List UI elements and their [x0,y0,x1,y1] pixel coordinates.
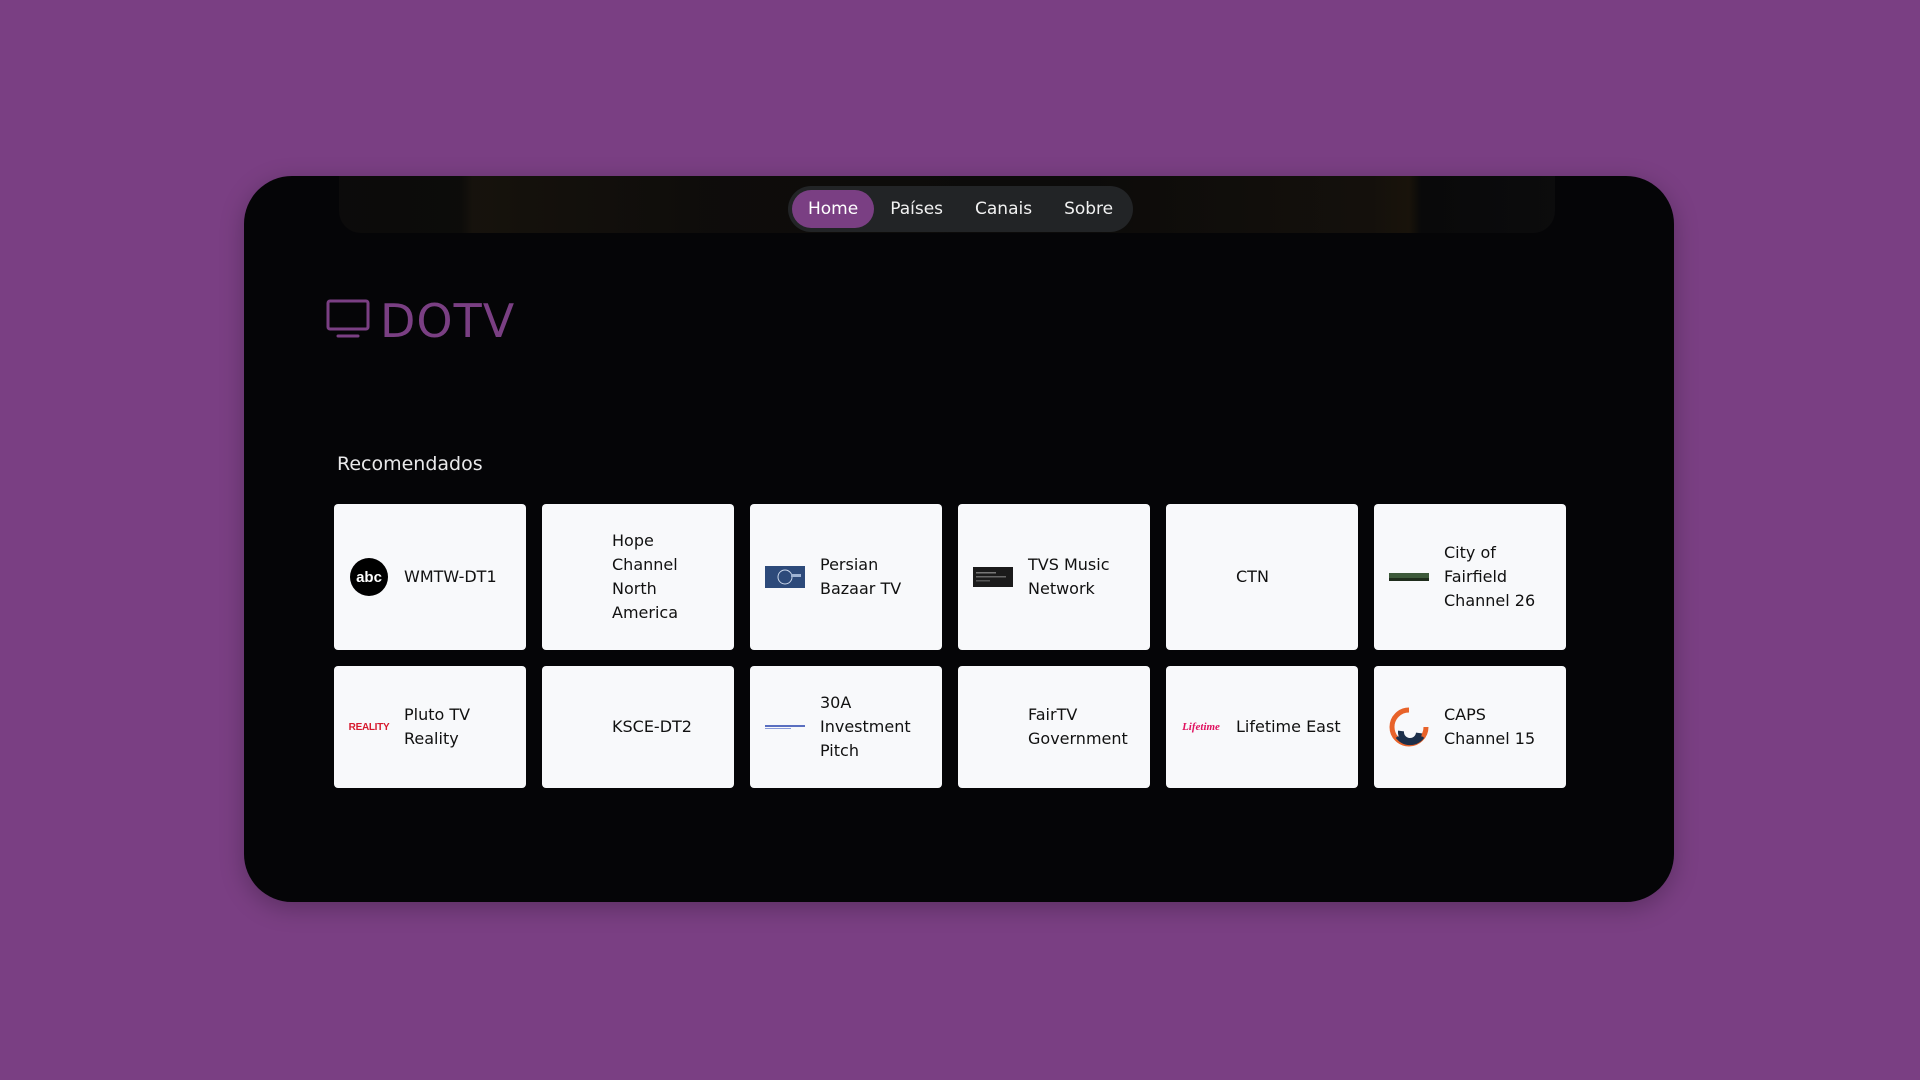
nav-item-canais[interactable]: Canais [959,190,1048,228]
channel-card[interactable]: Hope Channel North America [542,504,734,650]
channel-card[interactable]: City of Fairfield Channel 26 [1374,504,1566,650]
channel-card[interactable]: Persian Bazaar TV [750,504,942,650]
channel-card[interactable]: KSCE-DT2 [542,666,734,788]
channel-name: KSCE-DT2 [612,717,692,736]
channel-card[interactable]: abc WMTW-DT1 [334,504,526,650]
reality-logo-icon: REALITY [348,706,390,748]
channel-name: CAPS Channel 15 [1444,705,1536,748]
channel-card[interactable]: CTN [1166,504,1358,650]
lifetime-logo-icon: Lifetime [1180,706,1222,748]
channel-logo-placeholder [556,706,598,748]
channel-name: FairTV Government [1028,705,1128,748]
fairfield-logo-icon [1388,556,1430,598]
channel-name: Lifetime East [1236,717,1341,736]
channel-logo-placeholder [972,706,1014,748]
brand-logo[interactable]: DOTV [326,294,515,348]
lifetime-logo-text: Lifetime [1182,721,1220,733]
channel-name: 30A Investment Pitch [820,693,911,760]
channel-card[interactable]: TVS Music Network [958,504,1150,650]
nav-item-sobre[interactable]: Sobre [1048,190,1129,228]
section-title: Recomendados [337,453,483,475]
channel-logo-placeholder [1180,556,1222,598]
channel-name: WMTW-DT1 [404,567,497,586]
channel-name: Persian Bazaar TV [820,555,902,598]
channel-card[interactable]: Lifetime Lifetime East [1166,666,1358,788]
main-nav: Home Países Canais Sobre [788,186,1134,232]
tv-icon [326,299,370,343]
channel-card[interactable]: 30A Investment Pitch [750,666,942,788]
nav-item-paises[interactable]: Países [874,190,959,228]
channel-name: Pluto TV Reality [404,705,471,748]
investment-pitch-logo-icon [764,706,806,748]
nav-item-home[interactable]: Home [792,190,875,228]
channel-card[interactable]: REALITY Pluto TV Reality [334,666,526,788]
channel-name: City of Fairfield Channel 26 [1444,543,1536,610]
channel-card[interactable]: FairTV Government [958,666,1150,788]
svg-text:abc: abc [356,569,382,586]
app-window: Home Países Canais Sobre DOTV Recomendad… [244,176,1674,902]
channel-name: Hope Channel North America [612,531,678,622]
channel-name: CTN [1236,567,1269,586]
channel-card[interactable]: CAPS Channel 15 [1374,666,1566,788]
persian-bazaar-logo-icon [764,556,806,598]
channel-name: TVS Music Network [1028,555,1110,598]
brand-name: DOTV [380,294,516,348]
channel-grid: abc WMTW-DT1 Hope Channel North America [334,504,1569,804]
reality-logo-text: REALITY [348,721,390,733]
abc-logo-icon: abc [348,556,390,598]
channel-logo-placeholder [556,556,598,598]
tvs-logo-icon [972,556,1014,598]
caps-logo-icon [1388,706,1430,748]
